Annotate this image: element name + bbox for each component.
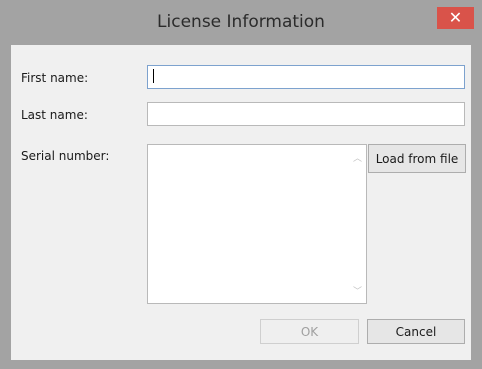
last-name-field[interactable] [147, 102, 465, 126]
chevron-down-icon[interactable]: ﹀ [349, 282, 366, 299]
first-name-label: First name: [21, 71, 89, 85]
cancel-button[interactable]: Cancel [367, 319, 465, 344]
chevron-up-icon[interactable]: ︿ [349, 149, 366, 166]
ok-button[interactable]: OK [260, 319, 359, 344]
close-button[interactable]: ✕ [437, 7, 474, 29]
serial-scrollbar[interactable]: ︿ ﹀ [349, 145, 366, 303]
last-name-label: Last name: [21, 108, 88, 122]
dialog-title: License Information [157, 12, 325, 32]
first-name-field[interactable] [147, 65, 465, 89]
title-bar[interactable]: License Information ✕ [0, 0, 482, 45]
load-from-file-button[interactable]: Load from file [368, 144, 466, 173]
dialog-body: First name: Last name: Serial number: ︿ … [11, 45, 471, 360]
close-icon: ✕ [448, 8, 463, 27]
serial-number-field[interactable]: ︿ ﹀ [147, 144, 367, 304]
license-dialog: License Information ✕ First name: Last n… [0, 0, 482, 369]
serial-number-label: Serial number: [21, 149, 110, 163]
text-caret [153, 69, 154, 83]
